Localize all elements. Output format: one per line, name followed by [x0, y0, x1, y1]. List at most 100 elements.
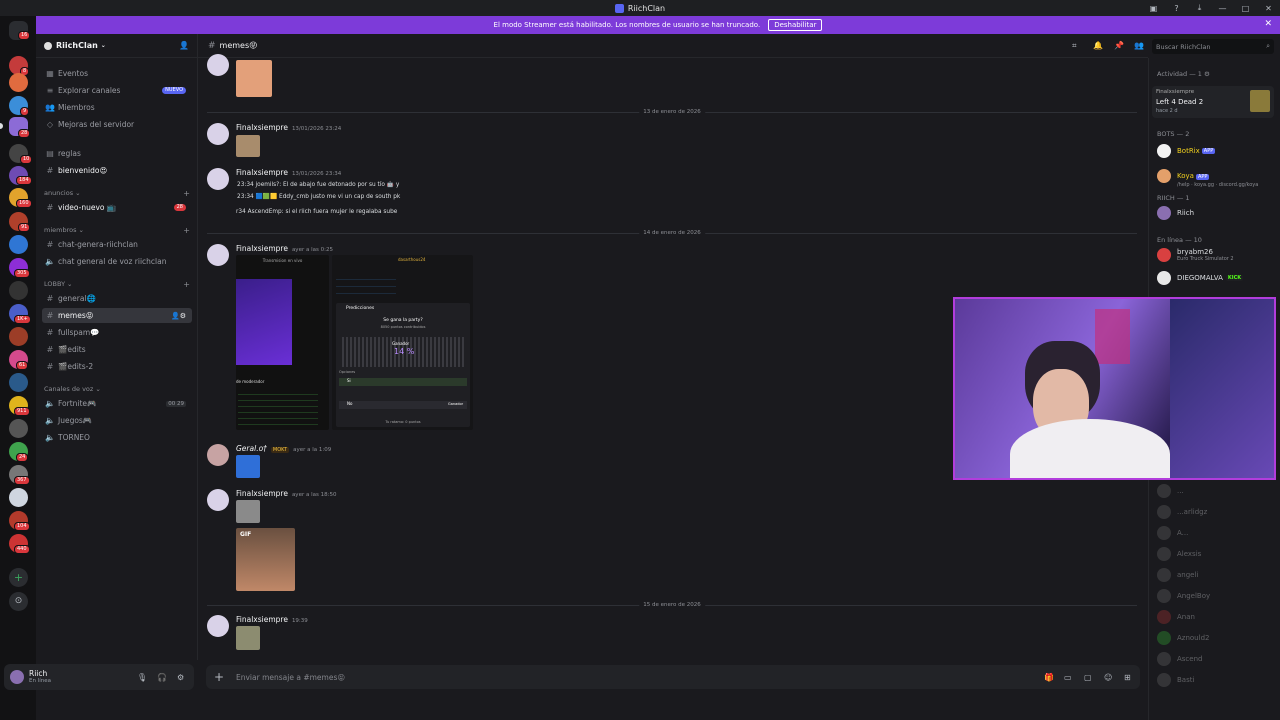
sticker-icon[interactable]: ▢	[1084, 673, 1092, 682]
server-icon[interactable]	[9, 235, 28, 254]
member-row-faded[interactable]: AngelBoy	[1157, 589, 1279, 603]
member-diegomalva[interactable]: DIEGOMALVA KICK	[1157, 271, 1279, 285]
sidebar-item-browse[interactable]: ≡ Explorar canales NUEVO	[42, 83, 192, 98]
add-channel-icon[interactable]: +	[183, 226, 190, 235]
meme-image[interactable]	[236, 626, 260, 650]
member-riich[interactable]: Riich	[1157, 206, 1279, 220]
category-anuncios[interactable]: anuncios ⌄ +	[44, 189, 190, 198]
member-bryabm26[interactable]: bryabm26 Euro Truck Simulator 2	[1157, 248, 1279, 262]
headphones-icon[interactable]: 🎧	[157, 673, 167, 682]
server-icon[interactable]	[9, 281, 28, 300]
category-miembros[interactable]: miembros ⌄ +	[44, 226, 190, 235]
member-list-icon[interactable]: 👥	[1134, 41, 1144, 50]
message-author[interactable]: Geral.o†	[236, 444, 267, 453]
avatar[interactable]	[10, 670, 24, 684]
message-composer[interactable]: + Enviar mensaje a #memes😝 🎁 ▭ ▢ ☺ ⊞	[206, 665, 1140, 689]
activity-card[interactable]: Finalxsiempre Left 4 Dead 2 hace 2 d	[1152, 86, 1274, 118]
threads-icon[interactable]: ⌗	[1072, 41, 1077, 51]
category-lobby[interactable]: LOBBY ⌄ +	[44, 280, 190, 289]
server-icon[interactable]	[9, 419, 28, 438]
download-icon[interactable]: ⤓	[1188, 0, 1211, 16]
category-voz[interactable]: Canales de voz ⌄	[44, 385, 190, 393]
meme-image[interactable]	[236, 455, 260, 478]
server-icon[interactable]	[9, 373, 28, 392]
gif-attachment[interactable]: GIF	[236, 528, 295, 591]
prediction-screenshot[interactable]: dasarthous24 Predicciones Se gana la par…	[332, 255, 473, 430]
discover-icon[interactable]: ⊙	[9, 592, 28, 611]
channel-settings-icon[interactable]: 👤⚙	[171, 312, 186, 320]
message-author[interactable]: Finalxsiempre	[236, 615, 288, 624]
member-row-faded[interactable]: Basti	[1157, 673, 1279, 687]
add-server-icon[interactable]: +	[9, 568, 28, 587]
emoji-icon[interactable]: ☺	[1104, 673, 1112, 682]
channel-memes[interactable]: # memes😝 👤⚙	[42, 308, 192, 323]
channel-video-nuevo[interactable]: # video-nuevo 📺 28	[42, 200, 192, 215]
maximize-button[interactable]: □	[1234, 0, 1257, 16]
meme-image[interactable]	[236, 60, 272, 97]
server-icon[interactable]	[9, 327, 28, 346]
member-row-faded[interactable]: angeli	[1157, 568, 1279, 582]
settings-gear-icon[interactable]: ⚙	[177, 673, 184, 682]
meme-image[interactable]	[236, 135, 260, 157]
search-input[interactable]: Buscar RiichClan ⌕	[1152, 39, 1274, 54]
pin-icon[interactable]: 📌	[1114, 41, 1124, 50]
add-channel-icon[interactable]: +	[183, 280, 190, 289]
avatar[interactable]	[207, 168, 229, 190]
channel-edits[interactable]: # 🎬edits	[42, 342, 192, 357]
channel-edits-2[interactable]: # 🎬edits-2	[42, 359, 192, 374]
guild-header[interactable]: RiichClan ⌄ 👤	[36, 34, 197, 58]
channel-reglas[interactable]: ▤ reglas	[42, 146, 192, 161]
minimize-button[interactable]: —	[1211, 0, 1234, 16]
avatar[interactable]	[207, 54, 229, 76]
channel-chat-genera[interactable]: # chat-genera-riichclan	[42, 237, 192, 252]
channel-general[interactable]: # general🌐	[42, 291, 192, 306]
message-author[interactable]: Finalxsiempre	[236, 489, 288, 498]
channel-fortnite[interactable]: 🔈 Fortnite🎮 00 29	[42, 396, 192, 411]
member-row-faded[interactable]: Anan	[1157, 610, 1279, 624]
inbox-icon[interactable]: ▣	[1142, 0, 1165, 16]
member-row-faded[interactable]: ...arlidgz	[1157, 505, 1279, 519]
apps-icon[interactable]: ⊞	[1124, 673, 1131, 682]
avatar[interactable]	[207, 615, 229, 637]
add-channel-icon[interactable]: +	[183, 189, 190, 198]
server-icon[interactable]	[9, 488, 28, 507]
screenshot-attachment[interactable]: Transmision en vivo de moderador	[236, 255, 329, 430]
message-timestamp: ayer a las 18:50	[291, 492, 337, 498]
invite-user-icon[interactable]: 👤	[179, 41, 189, 50]
channel-bienvenido[interactable]: # bienvenido😍	[42, 163, 192, 178]
server-icon[interactable]	[9, 73, 28, 92]
member-row-faded[interactable]: ...	[1157, 484, 1279, 498]
avatar[interactable]	[207, 489, 229, 511]
member-row-faded[interactable]: Alexsis	[1157, 547, 1279, 561]
meme-image[interactable]	[236, 500, 260, 523]
avatar[interactable]	[207, 444, 229, 466]
member-row-faded[interactable]: A...	[1157, 526, 1279, 540]
member-name: Basti	[1177, 676, 1195, 684]
channel-fullspam[interactable]: # fullspam💬	[42, 325, 192, 340]
channel-torneo[interactable]: 🔈 TORNEO	[42, 430, 192, 445]
disable-streamer-button[interactable]: Deshabilitar	[768, 19, 823, 31]
bell-icon[interactable]: 🔔	[1093, 41, 1103, 50]
member-row-faded[interactable]: Aznould2	[1157, 631, 1279, 645]
add-attachment-icon[interactable]: +	[214, 670, 224, 684]
user-panel: Riich En línea 🎙 🎧 ⚙	[4, 664, 194, 690]
gift-icon[interactable]: 🎁	[1044, 673, 1054, 682]
channel-voice-general[interactable]: 🔈 chat general de voz riichclan	[42, 254, 192, 269]
sidebar-item-events[interactable]: ▦ Eventos	[42, 66, 192, 81]
member-row-faded[interactable]: Ascend	[1157, 652, 1279, 666]
member-koya[interactable]: Koya APP /help · koya.gg · discord.gg/koy…	[1157, 163, 1279, 188]
microphone-icon[interactable]: 🎙	[137, 673, 147, 682]
close-window-button[interactable]: ✕	[1257, 0, 1280, 16]
member-botrix[interactable]: BotRix APP	[1157, 144, 1279, 158]
message-author[interactable]: Finalxsiempre	[236, 168, 288, 177]
avatar[interactable]	[207, 244, 229, 266]
gif-icon[interactable]: ▭	[1064, 673, 1072, 682]
message-author[interactable]: Finalxsiempre	[236, 123, 288, 132]
channel-juegos[interactable]: 🔈 Juegos🎮	[42, 413, 192, 428]
message-author[interactable]: Finalxsiempre	[236, 244, 288, 253]
close-banner-icon[interactable]: ✕	[1264, 19, 1272, 29]
avatar[interactable]	[207, 123, 229, 145]
sidebar-item-boosts[interactable]: ◇ Mejoras del servidor	[42, 117, 192, 132]
help-icon[interactable]: ?	[1165, 0, 1188, 16]
sidebar-item-members[interactable]: 👥 Miembros	[42, 100, 192, 115]
